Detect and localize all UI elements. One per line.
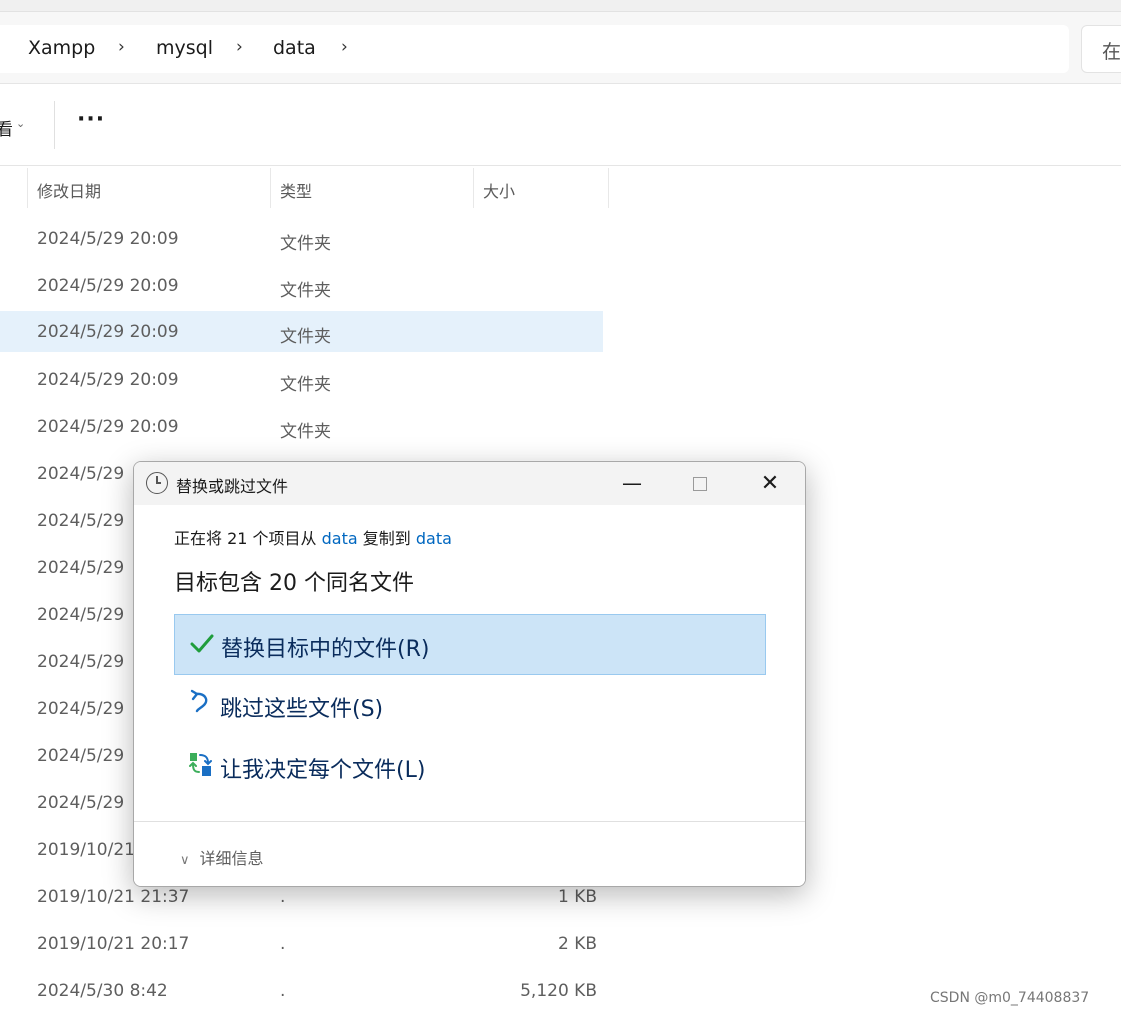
table-row[interactable]: 2019/10/21 20:17 . 2 KB (0, 923, 603, 964)
cell-date: 2024/5/29 (37, 558, 125, 578)
cell-type: . (280, 934, 286, 954)
conflict-headline: 目标包含 20 个同名文件 (174, 571, 414, 596)
breadcrumb-separator-icon[interactable]: › (236, 37, 243, 57)
column-header-date[interactable]: 修改日期 (37, 178, 101, 202)
cell-date: 2024/5/29 20:09 (37, 276, 179, 296)
cell-type: 文件夹 (280, 422, 331, 442)
decide-each-file-option[interactable]: 让我决定每个文件(L) (174, 736, 766, 797)
cell-date: 2024/5/29 (37, 511, 125, 531)
option-label: 让我决定每个文件(L) (220, 758, 426, 783)
column-divider[interactable] (270, 168, 271, 208)
column-divider[interactable] (608, 168, 609, 208)
cell-type: . (280, 981, 286, 1001)
check-icon (190, 634, 214, 653)
minimize-button[interactable]: — (604, 462, 660, 505)
dialog-footer: ∨ 详细信息 (134, 821, 805, 886)
command-bar: 看 ⌄ ··· (0, 85, 1121, 166)
copy-middle: 复制到 (357, 529, 416, 548)
column-header-row: 修改日期 类型 大小 (0, 168, 1121, 208)
cell-type: . (280, 887, 286, 907)
dialog-body: 正在将 21 个项目从 data 复制到 data 目标包含 20 个同名文件 … (134, 505, 805, 821)
option-label: 替换目标中的文件(R) (221, 637, 430, 662)
breadcrumb-item-mysql[interactable]: mysql (156, 37, 213, 59)
close-button[interactable]: ✕ (742, 462, 798, 505)
target-folder-link[interactable]: data (416, 529, 452, 548)
copy-prefix: 正在将 21 个项目从 (174, 529, 322, 548)
breadcrumb-separator-icon[interactable]: › (118, 37, 125, 57)
cell-date: 2024/5/29 (37, 746, 125, 766)
table-row[interactable]: 2024/5/29 20:09 文件夹 (0, 218, 603, 259)
dialog-titlebar[interactable]: 替换或跳过文件 — ✕ (134, 462, 805, 505)
cell-date: 2024/5/29 20:09 (37, 417, 179, 437)
table-row-selected[interactable]: 2024/5/29 20:09 文件夹 (0, 311, 603, 352)
cell-date: 2019/10/21 20:17 (37, 934, 190, 954)
cell-size: 1 KB (557, 887, 597, 907)
cell-date: 2024/5/29 20:09 (37, 322, 179, 342)
cell-type: 文件夹 (280, 234, 331, 254)
cell-date: 2024/5/29 (37, 793, 125, 813)
maximize-button[interactable] (672, 462, 728, 505)
breadcrumb-item-data[interactable]: data (273, 37, 316, 59)
maximize-icon (693, 477, 707, 491)
option-label: 跳过这些文件(S) (220, 697, 384, 722)
cell-type: 文件夹 (280, 327, 331, 347)
more-details-toggle[interactable]: ∨ 详细信息 (180, 845, 264, 869)
table-row[interactable]: 2024/5/29 20:09 文件夹 (0, 265, 603, 306)
cell-date: 2024/5/29 (37, 652, 125, 672)
cell-date: 2019/10/21 (37, 840, 135, 860)
cell-date: 2024/5/29 20:09 (37, 370, 179, 390)
window-top-strip (0, 0, 1121, 12)
table-row[interactable]: 2024/5/29 20:09 文件夹 (0, 359, 603, 400)
view-button[interactable]: 看 (0, 115, 13, 140)
chevron-down-icon: ∨ (180, 853, 190, 868)
details-label: 详细信息 (199, 849, 264, 868)
column-header-size[interactable]: 大小 (483, 178, 515, 202)
cell-date: 2024/5/29 (37, 464, 125, 484)
search-input[interactable]: 在 (1081, 25, 1121, 73)
cell-size: 5,120 KB (520, 981, 597, 1001)
cell-type: 文件夹 (280, 281, 331, 301)
table-row[interactable]: 2024/5/29 20:09 文件夹 (0, 406, 603, 447)
source-folder-link[interactable]: data (322, 529, 358, 548)
chevron-down-icon[interactable]: ⌄ (16, 117, 25, 130)
copy-status-text: 正在将 21 个项目从 data 复制到 data (174, 525, 452, 549)
breadcrumb-separator-icon[interactable]: › (341, 37, 348, 57)
cell-date: 2024/5/29 (37, 605, 125, 625)
address-bar: Xampp › mysql › data › 在 (0, 12, 1121, 84)
table-row[interactable]: 2024/5/30 8:42 . 5,120 KB (0, 970, 603, 1011)
column-header-type[interactable]: 类型 (280, 178, 312, 202)
breadcrumb-item-xampp[interactable]: Xampp (28, 37, 95, 59)
skip-files-option[interactable]: 跳过这些文件(S) (174, 675, 766, 736)
search-placeholder: 在 (1102, 41, 1121, 63)
cell-date: 2024/5/29 (37, 699, 125, 719)
toolbar-divider (54, 101, 55, 149)
compare-files-icon (189, 753, 212, 776)
dialog-title: 替换或跳过文件 (176, 477, 289, 496)
cell-date: 2024/5/30 8:42 (37, 981, 168, 1001)
cell-size: 2 KB (557, 934, 597, 954)
watermark: CSDN @m0_74408837 (930, 990, 1090, 1006)
replace-files-option[interactable]: 替换目标中的文件(R) (174, 614, 766, 675)
cell-date: 2024/5/29 20:09 (37, 229, 179, 249)
column-divider[interactable] (473, 168, 474, 208)
skip-arrow-icon (190, 689, 208, 713)
more-options-button[interactable]: ··· (77, 107, 105, 132)
column-divider[interactable] (27, 168, 28, 208)
cell-type: 文件夹 (280, 375, 331, 395)
clock-icon (146, 472, 168, 494)
replace-or-skip-dialog: 替换或跳过文件 — ✕ 正在将 21 个项目从 data 复制到 data 目标… (133, 461, 806, 887)
cell-date: 2019/10/21 21:37 (37, 887, 190, 907)
